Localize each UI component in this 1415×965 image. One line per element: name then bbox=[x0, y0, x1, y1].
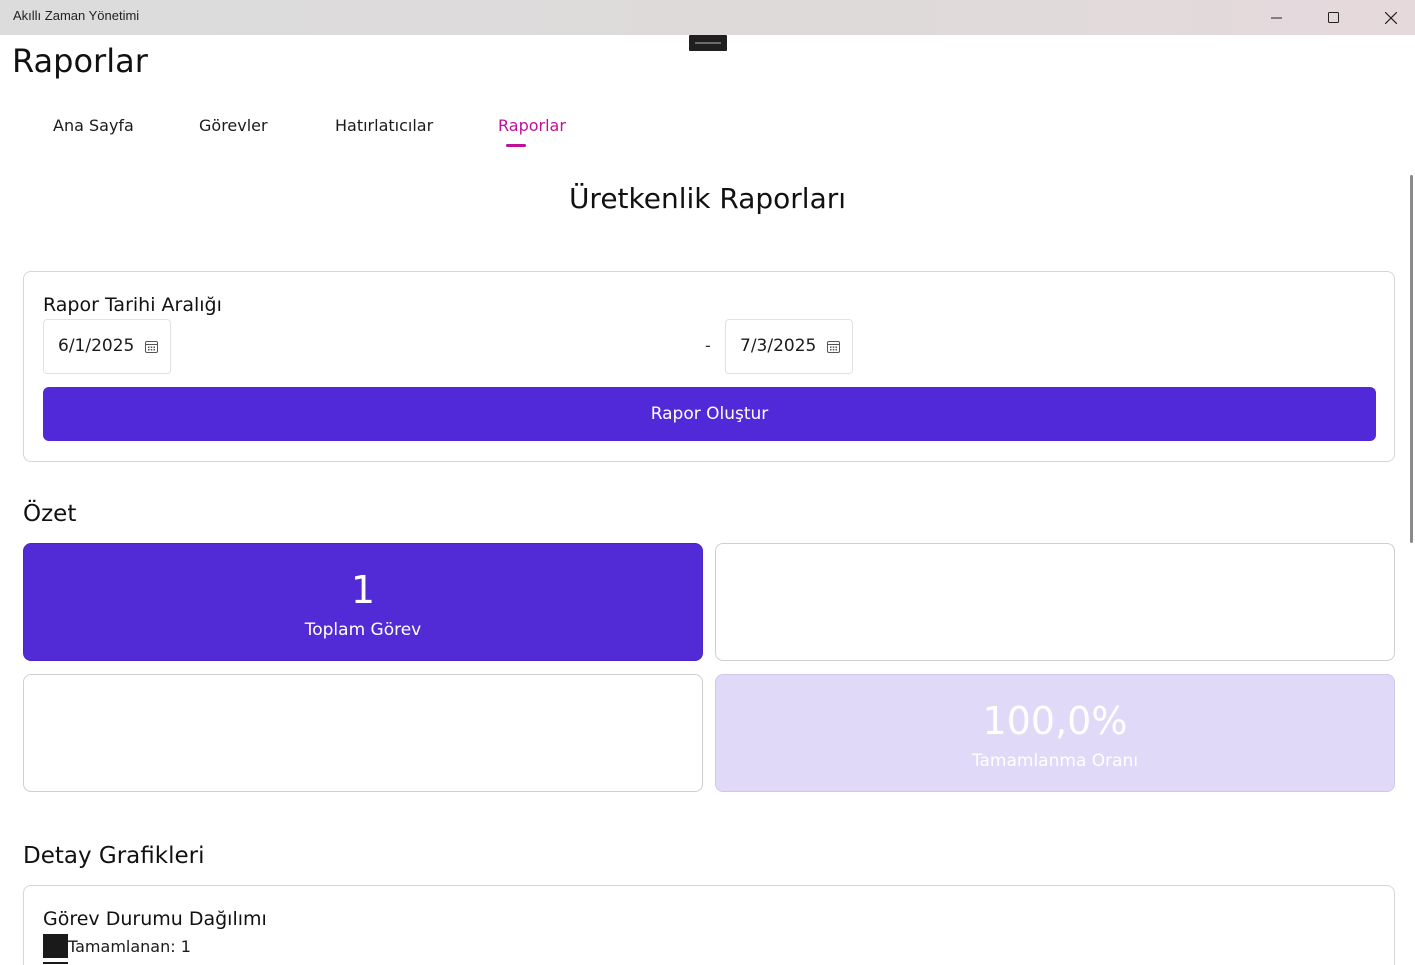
start-date-picker[interactable]: 6/1/2025 bbox=[43, 319, 171, 374]
chart-bar-partial bbox=[43, 962, 68, 964]
minimize-button[interactable] bbox=[1248, 0, 1305, 35]
end-date-picker[interactable]: 7/3/2025 bbox=[725, 319, 853, 374]
tab-reminders[interactable]: Hatırlatıcılar bbox=[335, 116, 433, 135]
details-label: Detay Grafikleri bbox=[23, 843, 205, 869]
maximize-button[interactable] bbox=[1305, 0, 1362, 35]
stat-caption: Tamamlanma Oranı bbox=[971, 751, 1139, 771]
stat-card-empty bbox=[715, 543, 1395, 661]
close-button[interactable] bbox=[1362, 0, 1415, 35]
date-range-label: Rapor Tarihi Aralığı bbox=[43, 294, 222, 316]
window-titlebar: Akıllı Zaman Yönetimi bbox=[0, 0, 1415, 35]
close-icon bbox=[1384, 11, 1397, 24]
active-tab-indicator bbox=[506, 144, 526, 147]
minimize-icon bbox=[1270, 17, 1282, 18]
stat-caption: Toplam Görev bbox=[304, 620, 422, 640]
stat-value: 1 bbox=[350, 568, 376, 612]
window-title: Akıllı Zaman Yönetimi bbox=[13, 8, 140, 23]
stat-card-completion-rate: 100,0% Tamamlanma Oranı bbox=[715, 674, 1395, 792]
end-date-value: 7/3/2025 bbox=[740, 336, 817, 356]
maximize-icon bbox=[1327, 11, 1339, 23]
legend-label: Tamamlanan: 1 bbox=[68, 936, 191, 956]
start-date-value: 6/1/2025 bbox=[58, 336, 135, 356]
stat-card-empty bbox=[23, 674, 703, 792]
tab-reports[interactable]: Raporlar bbox=[498, 116, 566, 135]
calendar-icon bbox=[145, 341, 158, 353]
section-heading: Üretkenlik Raporları bbox=[568, 182, 847, 215]
stat-value: 100,0% bbox=[982, 699, 1128, 743]
tab-tasks[interactable]: Görevler bbox=[199, 116, 268, 135]
calendar-icon bbox=[827, 341, 840, 353]
legend-item: Tamamlanan: 1 bbox=[43, 934, 191, 958]
generate-report-button[interactable]: Rapor Oluştur bbox=[43, 387, 1376, 441]
stat-card-total-tasks: 1 Toplam Görev bbox=[23, 543, 703, 661]
date-separator: - bbox=[705, 336, 711, 355]
drag-handle[interactable] bbox=[689, 35, 727, 51]
chart-title: Görev Durumu Dağılımı bbox=[43, 908, 267, 930]
vertical-scrollbar[interactable] bbox=[1410, 175, 1413, 543]
summary-label: Özet bbox=[23, 501, 77, 527]
tab-home[interactable]: Ana Sayfa bbox=[53, 116, 134, 135]
page-title: Raporlar bbox=[12, 42, 148, 80]
legend-swatch bbox=[43, 934, 68, 958]
